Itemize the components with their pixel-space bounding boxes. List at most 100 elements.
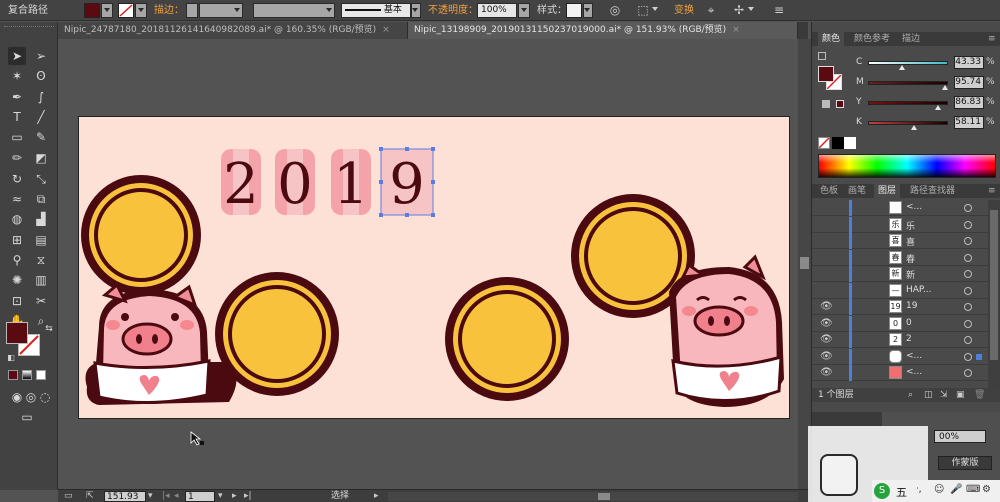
line-tool-icon[interactable]: ╱ (32, 108, 50, 126)
symbol-sprayer-tool-icon[interactable]: ✺ (8, 271, 26, 289)
magic-wand-tool-icon[interactable]: ✶ (8, 67, 26, 85)
horizontal-scrollbar[interactable] (388, 492, 798, 501)
ime-punct-icon[interactable]: ᐧ, (916, 484, 922, 495)
color-spectrum[interactable] (818, 154, 996, 178)
layer-row[interactable]: 👁 19 19 (812, 299, 988, 315)
target-circle-icon[interactable] (964, 220, 972, 229)
rotate-tool-icon[interactable]: ↻ (8, 170, 26, 188)
target-circle-icon[interactable] (964, 286, 972, 295)
opacity-input[interactable]: 100% (477, 3, 517, 18)
prev-artboard-icon[interactable]: ◂ (174, 491, 179, 502)
zoom-dropdown-icon[interactable]: ▾ (148, 491, 153, 502)
pencil-tool-icon[interactable]: ✏ (8, 149, 26, 167)
target-circle-icon[interactable] (964, 303, 972, 311)
fill-dropdown[interactable] (101, 3, 113, 18)
target-circle-icon[interactable] (964, 253, 972, 262)
target-circle-icon[interactable] (964, 204, 972, 212)
status-icon-b[interactable]: ⇱ (86, 491, 94, 502)
layer-name[interactable]: <... (906, 202, 922, 212)
graphic-style-swatch[interactable] (566, 3, 582, 18)
first-artboard-icon[interactable]: |◂ (162, 491, 170, 502)
brush-dropdown-arrow[interactable] (411, 3, 421, 18)
layer-row[interactable]: 喜喜 (812, 233, 988, 249)
digit-1[interactable]: 1 (333, 152, 369, 217)
none-color-button[interactable] (818, 137, 830, 149)
direct-selection-tool-icon[interactable]: ➢ (32, 47, 50, 65)
mask-thumbnail[interactable] (820, 454, 858, 496)
target-circle-icon[interactable] (964, 336, 972, 344)
vertical-scroll-thumb[interactable] (800, 257, 809, 269)
canvas-area[interactable]: 2 0 1 9 (58, 39, 798, 489)
opacity-label[interactable]: 不透明度： (428, 3, 478, 18)
panel-menu-icon[interactable]: ≡ (772, 3, 786, 18)
next-artboard-icon[interactable]: ▸ (232, 491, 237, 502)
zoom-input[interactable]: 151.93 (104, 491, 146, 502)
digit-0[interactable]: 0 (277, 152, 313, 217)
channel-slider-knob[interactable] (899, 65, 906, 70)
default-colors-icon[interactable]: ◧ (2, 348, 20, 366)
layer-row[interactable]: 春春 (812, 249, 988, 266)
tab-pathfinder[interactable]: 路径查找器 (906, 184, 959, 198)
scale-tool-icon[interactable]: ⤡ (32, 170, 50, 188)
blend-tool-icon[interactable]: ⧖ (32, 251, 50, 269)
visibility-eye-icon[interactable]: 👁 (820, 301, 833, 312)
tab-document-1[interactable]: Nipic_24787180_20181126141640982089.ai* … (58, 22, 408, 39)
stroke-dropdown[interactable] (135, 3, 147, 18)
layers-scrollbar[interactable] (988, 200, 1000, 388)
target-circle-icon[interactable] (964, 319, 972, 328)
target-circle-icon[interactable] (964, 369, 972, 377)
selection-tool-icon[interactable]: ➤ (8, 47, 26, 65)
swap-fill-stroke-icon[interactable]: ⇆ (40, 320, 58, 338)
pen-tool-icon[interactable]: ✒ (8, 88, 26, 106)
color-mode-icon[interactable] (8, 370, 18, 380)
status-menu-icon[interactable]: ▸ (374, 491, 379, 502)
graphic-style-dropdown[interactable] (583, 3, 593, 18)
fill-swatch[interactable] (84, 3, 100, 18)
target-circle-icon[interactable] (964, 352, 972, 361)
shape-builder-tool-icon[interactable]: ◍ (8, 210, 26, 228)
layers-scroll-thumb[interactable] (990, 210, 998, 360)
target-circle-icon[interactable] (964, 270, 972, 278)
ime-mode-label[interactable]: 五 (896, 484, 907, 500)
new-sublayer-icon[interactable]: ⇲ (940, 388, 948, 402)
layer-name[interactable]: 2 (906, 334, 912, 344)
out-of-gamut-icon[interactable] (822, 100, 830, 108)
tab-layers[interactable]: 图层 (874, 184, 901, 198)
transparency-opacity-input[interactable]: 00% (934, 430, 986, 443)
rectangle-tool-icon[interactable]: ▭ (8, 128, 26, 146)
arrange-dropdown[interactable] (748, 3, 756, 18)
color-panel-menu-icon[interactable]: ≡ (984, 32, 1000, 46)
brush-definition-dropdown[interactable]: 基本 (341, 3, 411, 18)
layer-row[interactable]: 👁 0 0 (812, 315, 988, 332)
black-color-button[interactable] (832, 137, 844, 149)
stroke-weight-stepper[interactable] (186, 3, 198, 18)
layer-row[interactable]: 👁 2 2 (812, 332, 988, 348)
artboard-number-input[interactable]: 1 (185, 491, 215, 502)
paintbrush-tool-icon[interactable]: ✎ (32, 128, 50, 146)
selected-art-indicator[interactable] (976, 353, 982, 360)
channel-slider-knob[interactable] (934, 105, 941, 110)
artboard-dropdown-icon[interactable]: ▾ (218, 491, 223, 502)
lasso-tool-icon[interactable]: ʘ (32, 67, 50, 85)
horizontal-scroll-thumb[interactable] (598, 493, 610, 500)
ime-mic-icon[interactable]: 🎤 (950, 484, 962, 495)
delete-layer-icon[interactable]: 🗑 (974, 388, 985, 402)
fill-color-box[interactable] (6, 322, 28, 344)
draw-inside-icon[interactable]: ◌ (36, 388, 54, 406)
none-mode-icon[interactable] (36, 370, 46, 380)
visibility-eye-icon[interactable]: 👁 (820, 334, 833, 345)
layer-row[interactable]: <... (812, 200, 988, 216)
stroke-swatch[interactable] (118, 3, 134, 18)
screen-mode-icon[interactable]: ▭ (18, 408, 36, 426)
tab-document-2[interactable]: Nipic_13198909_20190131150237019000.ai* … (408, 22, 798, 39)
layer-row[interactable]: 新新 (812, 266, 988, 282)
vertical-scrollbar[interactable] (798, 39, 811, 489)
layer-name[interactable]: 喜 (906, 235, 915, 248)
align-dropdown[interactable] (652, 3, 660, 18)
warp-tool-icon[interactable]: ≈ (8, 190, 26, 208)
stroke-label[interactable]: 描边： (154, 3, 184, 18)
digit-2[interactable]: 2 (223, 152, 259, 217)
recolor-artwork-icon[interactable]: ◎ (608, 3, 622, 18)
make-mask-button[interactable]: 作蒙版 (938, 456, 992, 470)
tab-stroke[interactable]: 描边 (898, 32, 924, 46)
